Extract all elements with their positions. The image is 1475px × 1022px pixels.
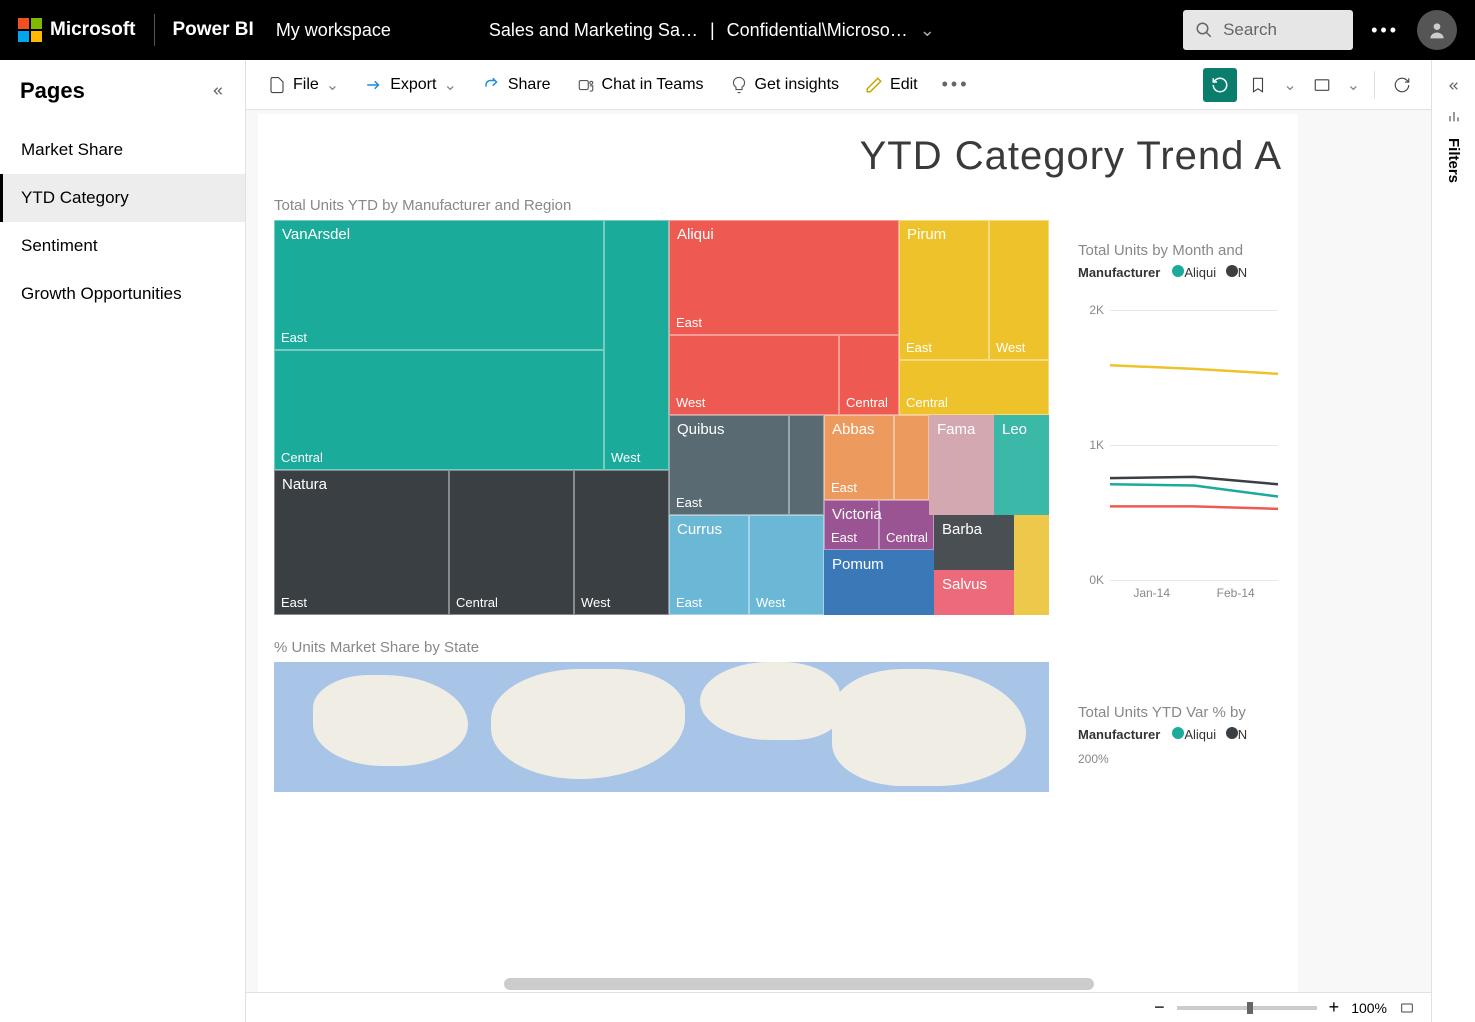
teams-icon bbox=[577, 76, 595, 94]
pages-pane: Pages Market ShareYTD CategorySentimentG… bbox=[0, 60, 246, 1022]
bookmark-button[interactable] bbox=[1241, 68, 1275, 102]
treemap-cell-aliqui[interactable]: AliquiEastWestCentral bbox=[669, 220, 899, 415]
map-visual[interactable] bbox=[274, 662, 1049, 792]
treemap-title: Total Units YTD by Manufacturer and Regi… bbox=[274, 197, 1282, 214]
share-button[interactable]: Share bbox=[473, 70, 561, 100]
linechart-legend: Manufacturer Aliqui N bbox=[1078, 265, 1278, 280]
treemap-cell-pirum[interactable]: PirumEastWestCentral bbox=[899, 220, 1049, 415]
treemap-cell-unnamed[interactable] bbox=[1014, 515, 1049, 615]
user-avatar[interactable] bbox=[1417, 10, 1457, 50]
export-menu[interactable]: Export ⌄ bbox=[355, 69, 467, 101]
treemap-cell-quibus[interactable]: QuibusEast bbox=[669, 415, 824, 515]
zoom-level: 100% bbox=[1351, 1000, 1387, 1016]
page-item-market-share[interactable]: Market Share bbox=[0, 126, 245, 174]
view-icon bbox=[1313, 76, 1331, 94]
variance-ytick: 200% bbox=[1078, 752, 1253, 766]
report-canvas: YTD Category Trend A Total Units YTD by … bbox=[258, 114, 1298, 1022]
chart-icon bbox=[1446, 108, 1462, 124]
page-item-growth-opportunities[interactable]: Growth Opportunities bbox=[0, 270, 245, 318]
microsoft-logo-icon bbox=[18, 18, 42, 42]
lightbulb-icon bbox=[730, 76, 748, 94]
filters-pane-collapsed[interactable]: Filters bbox=[1431, 60, 1475, 1022]
treemap-cell-abbas[interactable]: AbbasEast bbox=[824, 415, 929, 500]
filters-label: Filters bbox=[1445, 138, 1462, 183]
chevron-down-icon[interactable]: ⌄ bbox=[1343, 75, 1364, 95]
expand-pane-icon[interactable] bbox=[1446, 78, 1462, 94]
user-icon bbox=[1427, 20, 1447, 40]
linechart-visual[interactable]: 2K1K0K Jan-14Feb-14 bbox=[1078, 310, 1278, 600]
zoom-in-button[interactable]: + bbox=[1329, 997, 1340, 1018]
refresh-button[interactable] bbox=[1385, 68, 1419, 102]
search-icon bbox=[1195, 21, 1213, 39]
variance-title: Total Units YTD Var % by bbox=[1078, 704, 1253, 721]
file-icon bbox=[268, 76, 286, 94]
treemap-cell-pomum[interactable]: Pomum bbox=[824, 550, 934, 615]
pencil-icon bbox=[865, 76, 883, 94]
bookmark-icon bbox=[1249, 76, 1267, 94]
more-options-button[interactable]: ••• bbox=[1371, 20, 1399, 41]
horizontal-scrollbar[interactable] bbox=[504, 978, 1094, 990]
treemap-cell-victoria[interactable]: VictoriaEastCentral bbox=[824, 500, 934, 550]
page-item-ytd-category[interactable]: YTD Category bbox=[0, 174, 245, 222]
separator bbox=[154, 14, 155, 46]
treemap-cell-fama[interactable]: Fama bbox=[929, 415, 994, 515]
chevron-down-icon: ⌄ bbox=[326, 75, 339, 95]
view-button[interactable] bbox=[1305, 68, 1339, 102]
file-menu[interactable]: File ⌄ bbox=[258, 69, 349, 101]
treemap-cell-currus[interactable]: CurrusEastWest bbox=[669, 515, 824, 615]
refresh-icon bbox=[1393, 76, 1411, 94]
chat-teams-button[interactable]: Chat in Teams bbox=[567, 70, 714, 100]
collapse-pane-icon[interactable] bbox=[209, 83, 225, 99]
page-item-sentiment[interactable]: Sentiment bbox=[0, 222, 245, 270]
microsoft-label: Microsoft bbox=[50, 19, 136, 41]
zoom-slider[interactable] bbox=[1177, 1006, 1317, 1010]
report-toolbar: File ⌄ Export ⌄ Share Chat in Teams Get … bbox=[246, 60, 1431, 110]
chevron-down-icon: ⌄ bbox=[443, 75, 456, 95]
treemap-visual[interactable]: VanArsdelEastCentralWestNaturaEastCentra… bbox=[274, 220, 1049, 615]
page-title: YTD Category Trend A bbox=[274, 122, 1282, 187]
variance-legend: Manufacturer Aliqui N bbox=[1078, 727, 1253, 742]
breadcrumb: Sales and Marketing Sa… | Confidential\M… bbox=[489, 20, 935, 41]
export-icon bbox=[365, 76, 383, 94]
chevron-down-icon[interactable]: ⌄ bbox=[920, 20, 935, 41]
edit-button[interactable]: Edit bbox=[855, 70, 928, 100]
workspace-link[interactable]: My workspace bbox=[276, 20, 391, 41]
report-name[interactable]: Sales and Marketing Sa… bbox=[489, 20, 698, 41]
treemap-cell-salvus[interactable]: Salvus bbox=[934, 570, 1014, 615]
treemap-cell-vanarsdel[interactable]: VanArsdelEastCentralWest bbox=[274, 220, 669, 470]
fit-page-icon[interactable] bbox=[1399, 1000, 1415, 1016]
share-icon bbox=[483, 76, 501, 94]
treemap-cell-barba[interactable]: Barba bbox=[934, 515, 1014, 570]
chevron-down-icon[interactable]: ⌄ bbox=[1279, 75, 1300, 95]
sensitivity-label[interactable]: Confidential\Microso… bbox=[727, 20, 908, 41]
linechart-title: Total Units by Month and bbox=[1078, 242, 1278, 259]
search-input[interactable]: Search bbox=[1183, 10, 1353, 50]
reset-button[interactable] bbox=[1203, 68, 1237, 102]
more-toolbar-button[interactable]: ••• bbox=[942, 74, 970, 95]
insights-button[interactable]: Get insights bbox=[720, 70, 849, 100]
product-name[interactable]: Power BI bbox=[173, 19, 254, 41]
reset-icon bbox=[1211, 76, 1229, 94]
search-placeholder: Search bbox=[1223, 20, 1277, 40]
treemap-cell-leo[interactable]: Leo bbox=[994, 415, 1049, 515]
pages-title: Pages bbox=[20, 78, 85, 104]
treemap-cell-natura[interactable]: NaturaEastCentralWest bbox=[274, 470, 669, 615]
app-header: Microsoft Power BI My workspace Sales an… bbox=[0, 0, 1475, 60]
status-bar: − + 100% bbox=[246, 992, 1431, 1022]
map-title: % Units Market Share by State bbox=[274, 639, 1282, 656]
separator: | bbox=[710, 20, 715, 41]
microsoft-logo[interactable]: Microsoft bbox=[18, 18, 136, 42]
zoom-out-button[interactable]: − bbox=[1154, 997, 1165, 1018]
